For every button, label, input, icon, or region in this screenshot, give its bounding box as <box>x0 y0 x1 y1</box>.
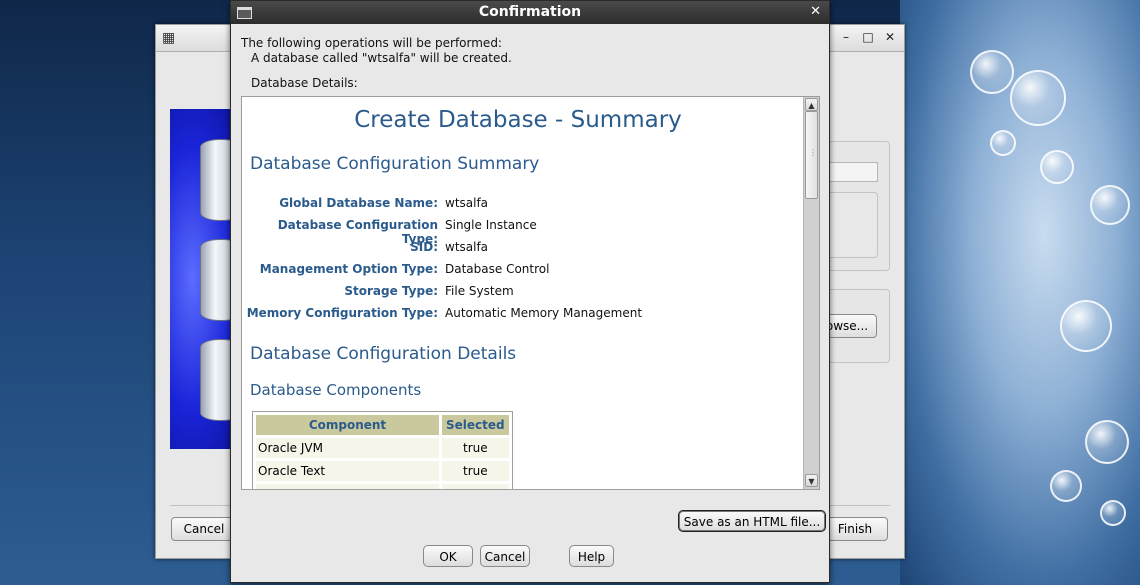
column-header-component: Component <box>256 415 439 435</box>
component-name: Oracle JVM <box>256 438 439 458</box>
management-option-value: Database Control <box>445 262 550 276</box>
wizard-finish-button[interactable]: Finish <box>822 517 888 541</box>
save-as-html-button[interactable]: Save as an HTML file... <box>678 510 826 532</box>
bubble-decoration <box>1085 420 1129 464</box>
global-db-name-label: Global Database Name: <box>279 196 438 210</box>
dialog-titlebar: Confirmation ✕ <box>231 1 829 24</box>
component-selected <box>442 484 509 489</box>
close-icon[interactable]: ✕ <box>882 29 898 45</box>
components-table: Component Selected Oracle JVM true Oracl… <box>252 411 513 489</box>
operation-text: A database called "wtsalfa" will be crea… <box>251 51 512 65</box>
scroll-up-arrow-icon[interactable]: ▲ <box>805 98 818 111</box>
grip-icon: ⋮ <box>809 148 817 157</box>
table-header-row: Component Selected <box>256 415 509 435</box>
app-icon: ▦ <box>162 30 176 46</box>
scroll-thumb[interactable]: ⋮ <box>805 111 818 199</box>
config-type-value: Single Instance <box>445 218 537 232</box>
storage-type-value: File System <box>445 284 514 298</box>
vertical-scrollbar[interactable]: ▲ ⋮ ▼ <box>803 97 819 489</box>
config-details-heading: Database Configuration Details <box>250 344 517 364</box>
storage-type-label: Storage Type: <box>344 284 438 298</box>
bubble-decoration <box>1060 300 1112 352</box>
bubble-decoration <box>970 50 1014 94</box>
component-name <box>256 484 439 489</box>
memory-config-value: Automatic Memory Management <box>445 306 643 320</box>
global-db-name-value: wtsalfa <box>445 196 489 210</box>
wizard-cancel-button[interactable]: Cancel <box>171 517 237 541</box>
bubble-decoration <box>990 130 1016 156</box>
bubble-decoration <box>1100 500 1126 526</box>
maximize-icon[interactable]: □ <box>860 29 876 45</box>
component-name: Oracle Text <box>256 461 439 481</box>
help-button[interactable]: Help <box>569 545 614 567</box>
component-selected: true <box>442 438 509 458</box>
bubble-decoration <box>1050 470 1082 502</box>
dialog-title: Confirmation <box>478 4 582 20</box>
summary-title: Create Database - Summary <box>354 107 682 133</box>
close-icon[interactable]: ✕ <box>810 4 821 19</box>
summary-pane[interactable]: Create Database - Summary Database Confi… <box>241 96 820 490</box>
intro-text: The following operations will be perform… <box>241 36 502 50</box>
memory-config-label: Memory Configuration Type: <box>246 306 438 320</box>
column-header-selected: Selected <box>442 415 509 435</box>
confirmation-dialog: Confirmation ✕ The following operations … <box>230 0 830 583</box>
management-option-label: Management Option Type: <box>259 262 438 276</box>
desktop-wallpaper <box>900 0 1140 585</box>
table-row: Oracle JVM true <box>256 438 509 458</box>
sid-value: wtsalfa <box>445 240 489 254</box>
table-row <box>256 484 509 489</box>
minimize-icon[interactable]: – <box>838 29 854 45</box>
table-row: Oracle Text true <box>256 461 509 481</box>
components-heading: Database Components <box>250 381 422 399</box>
cancel-button[interactable]: Cancel <box>480 545 530 567</box>
sid-label: SID: <box>410 240 438 254</box>
summary-content: Create Database - Summary Database Confi… <box>242 97 802 489</box>
bubble-decoration <box>1010 70 1066 126</box>
scroll-down-arrow-icon[interactable]: ▼ <box>805 474 818 487</box>
bubble-decoration <box>1040 150 1074 184</box>
bubble-decoration <box>1090 185 1130 225</box>
component-selected: true <box>442 461 509 481</box>
ok-button[interactable]: OK <box>423 545 473 567</box>
details-label: Database Details: <box>251 76 358 90</box>
config-summary-heading: Database Configuration Summary <box>250 154 540 174</box>
